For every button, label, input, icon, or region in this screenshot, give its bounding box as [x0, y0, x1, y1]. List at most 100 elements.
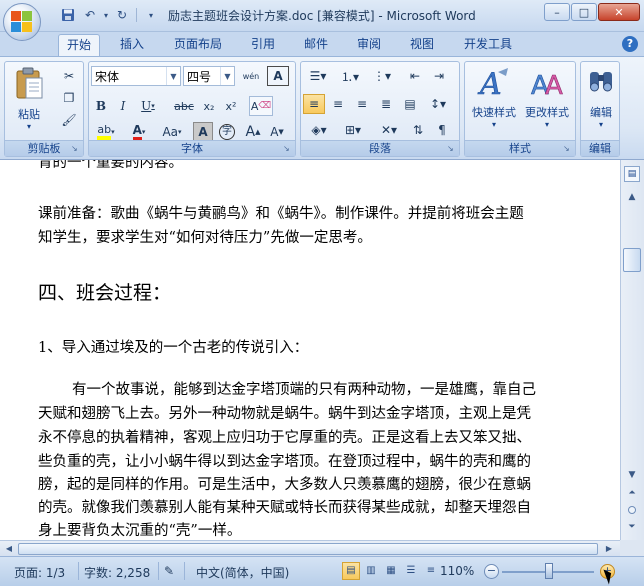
copy-icon[interactable]: ❐: [59, 88, 79, 108]
sort-icon[interactable]: ⇅: [407, 120, 429, 140]
styles-group-label: 样式: [465, 140, 575, 156]
line-spacing-icon[interactable]: ↕▾: [423, 94, 453, 114]
office-button[interactable]: [3, 3, 41, 41]
distributed-icon[interactable]: ▤: [399, 94, 421, 114]
align-left-icon[interactable]: ≡: [303, 94, 325, 114]
tab-developer[interactable]: 开发工具: [455, 34, 521, 56]
clear-formatting-button[interactable]: A ⌫: [249, 96, 273, 116]
tab-review[interactable]: 审阅: [349, 34, 389, 56]
doc-heading: 四、班会过程：: [38, 282, 172, 304]
shrink-font-button[interactable]: A ▼: [267, 122, 287, 142]
paste-button[interactable]: 粘贴 ▾: [11, 66, 47, 131]
scroll-left-icon[interactable]: ◀: [2, 542, 16, 556]
multilevel-list-icon[interactable]: ⋮▾: [367, 66, 397, 86]
decrease-indent-icon[interactable]: ⇤: [405, 66, 425, 86]
doc-line: 有一个故事说，能够到达金字塔顶端的只有两种动物，一是雄鹰，靠自己: [72, 382, 536, 398]
clipboard-group: 粘贴 ▾ ✂ ❐ 🖌 剪贴板 ↘: [4, 61, 84, 157]
close-button[interactable]: ✕: [598, 3, 640, 21]
character-border-button[interactable]: A: [267, 66, 289, 86]
maximize-button[interactable]: □: [571, 3, 597, 21]
page-count-status[interactable]: 页面: 1/3: [14, 564, 65, 581]
borders-icon[interactable]: ⊞▾: [337, 120, 369, 140]
styles-launcher-icon[interactable]: ↘: [563, 144, 573, 154]
save-icon[interactable]: [58, 6, 78, 24]
font-name-dropdown-icon[interactable]: ▼: [166, 67, 180, 85]
minimize-button[interactable]: –: [544, 3, 570, 21]
word-count-status[interactable]: 字数: 2,258: [84, 564, 150, 581]
svg-text:A: A: [477, 67, 502, 100]
zoom-out-button[interactable]: −: [484, 564, 499, 579]
language-status[interactable]: 中文(简体，中国): [196, 564, 289, 581]
web-layout-view-icon[interactable]: ▦: [382, 562, 400, 580]
align-right-icon[interactable]: ≡: [351, 94, 373, 114]
align-center-icon[interactable]: ≡: [327, 94, 349, 114]
document-text[interactable]: 育的一个重要的内容。 课前准备：歌曲《蜗牛与黄鹂鸟》和《蜗牛》。制作课件。并提前…: [0, 160, 620, 540]
browse-object-icon[interactable]: [628, 506, 636, 514]
clipboard-launcher-icon[interactable]: ↘: [71, 144, 81, 154]
strikethrough-button[interactable]: abc: [171, 96, 197, 116]
font-size-dropdown-icon[interactable]: ▼: [220, 67, 234, 85]
paragraph-launcher-icon[interactable]: ↘: [447, 144, 457, 154]
tab-page-layout[interactable]: 页面布局: [165, 34, 231, 56]
editing-button[interactable]: 编辑 ▾: [583, 66, 619, 129]
customize-qat-icon[interactable]: ▾: [141, 6, 161, 24]
tab-home[interactable]: 开始: [58, 34, 100, 57]
tab-mailings[interactable]: 邮件: [296, 34, 336, 56]
chinese-layout-icon[interactable]: ✕▾: [373, 120, 405, 140]
tab-view[interactable]: 视图: [402, 34, 442, 56]
justify-icon[interactable]: ≣: [375, 94, 397, 114]
redo-icon[interactable]: ↻: [112, 6, 132, 24]
undo-dropdown-icon[interactable]: ▾: [102, 6, 110, 24]
quick-styles-button[interactable]: A 快速样式 ▾: [469, 66, 519, 129]
full-screen-reading-view-icon[interactable]: ▥: [362, 562, 380, 580]
font-color-button[interactable]: A ▾: [125, 122, 153, 142]
ruler-toggle-icon[interactable]: ▤: [624, 166, 640, 182]
horizontal-scrollbar[interactable]: ◀ ▶: [0, 540, 620, 556]
scroll-right-icon[interactable]: ▶: [602, 542, 616, 556]
scroll-down-icon[interactable]: ▼: [624, 468, 640, 482]
numbering-icon[interactable]: ⒈▾: [335, 66, 365, 86]
document-page[interactable]: 育的一个重要的内容。 课前准备：歌曲《蜗牛与黄鹂鸟》和《蜗牛》。制作课件。并提前…: [0, 160, 620, 540]
print-layout-view-icon[interactable]: ▤: [342, 562, 360, 580]
change-case-dropdown-icon: ▾: [178, 128, 182, 136]
change-case-button[interactable]: Aa ▾: [157, 122, 187, 142]
horizontal-scroll-thumb[interactable]: [18, 543, 598, 555]
grow-font-button[interactable]: A ▲: [243, 122, 263, 142]
font-launcher-icon[interactable]: ↘: [283, 144, 293, 154]
format-painter-icon[interactable]: 🖌: [59, 110, 79, 130]
phonetic-guide-button[interactable]: wén: [239, 66, 263, 86]
scroll-up-icon[interactable]: ▲: [624, 190, 640, 204]
vertical-scrollbar[interactable]: ▤ ▲ ▼ ⏶ ⏷: [620, 160, 644, 540]
underline-button[interactable]: U ▾: [137, 96, 159, 116]
cut-icon[interactable]: ✂: [59, 66, 79, 86]
bullets-icon[interactable]: ☰▾: [303, 66, 333, 86]
font-name-combo[interactable]: 宋体 ▼: [91, 66, 181, 86]
draft-view-icon[interactable]: ≡: [422, 562, 440, 580]
bold-button[interactable]: B: [91, 96, 111, 116]
superscript-button[interactable]: x²: [221, 96, 241, 116]
shading-icon[interactable]: ◈▾: [303, 120, 335, 140]
highlight-button[interactable]: ab ▾: [91, 122, 121, 142]
italic-button[interactable]: I: [113, 96, 133, 116]
zoom-slider-thumb[interactable]: [545, 563, 553, 579]
font-size-combo[interactable]: 四号 ▼: [183, 66, 235, 86]
undo-icon[interactable]: ↶: [80, 6, 100, 24]
show-marks-icon[interactable]: ¶: [431, 120, 453, 140]
font-color-icon: A: [132, 123, 142, 141]
increase-indent-icon[interactable]: ⇥: [429, 66, 449, 86]
help-icon[interactable]: ?: [622, 36, 638, 52]
character-shading-button[interactable]: A: [193, 122, 213, 142]
subscript-button[interactable]: x₂: [199, 96, 219, 116]
outline-view-icon[interactable]: ☰: [402, 562, 420, 580]
vertical-scroll-thumb[interactable]: [623, 248, 641, 272]
tab-references[interactable]: 引用: [243, 34, 283, 56]
enclose-characters-button[interactable]: 字: [217, 122, 237, 142]
change-styles-button[interactable]: A A 更改样式 ▾: [521, 66, 573, 129]
proofing-icon[interactable]: ✎: [164, 564, 174, 578]
previous-page-icon[interactable]: ⏶: [624, 486, 640, 500]
binoculars-icon: [590, 72, 612, 92]
next-page-icon[interactable]: ⏷: [624, 520, 640, 534]
zoom-level[interactable]: 110%: [440, 564, 474, 578]
styles-group: A 快速样式 ▾ A A 更改样式 ▾ 样式 ↘: [464, 61, 576, 157]
tab-insert[interactable]: 插入: [112, 34, 152, 56]
